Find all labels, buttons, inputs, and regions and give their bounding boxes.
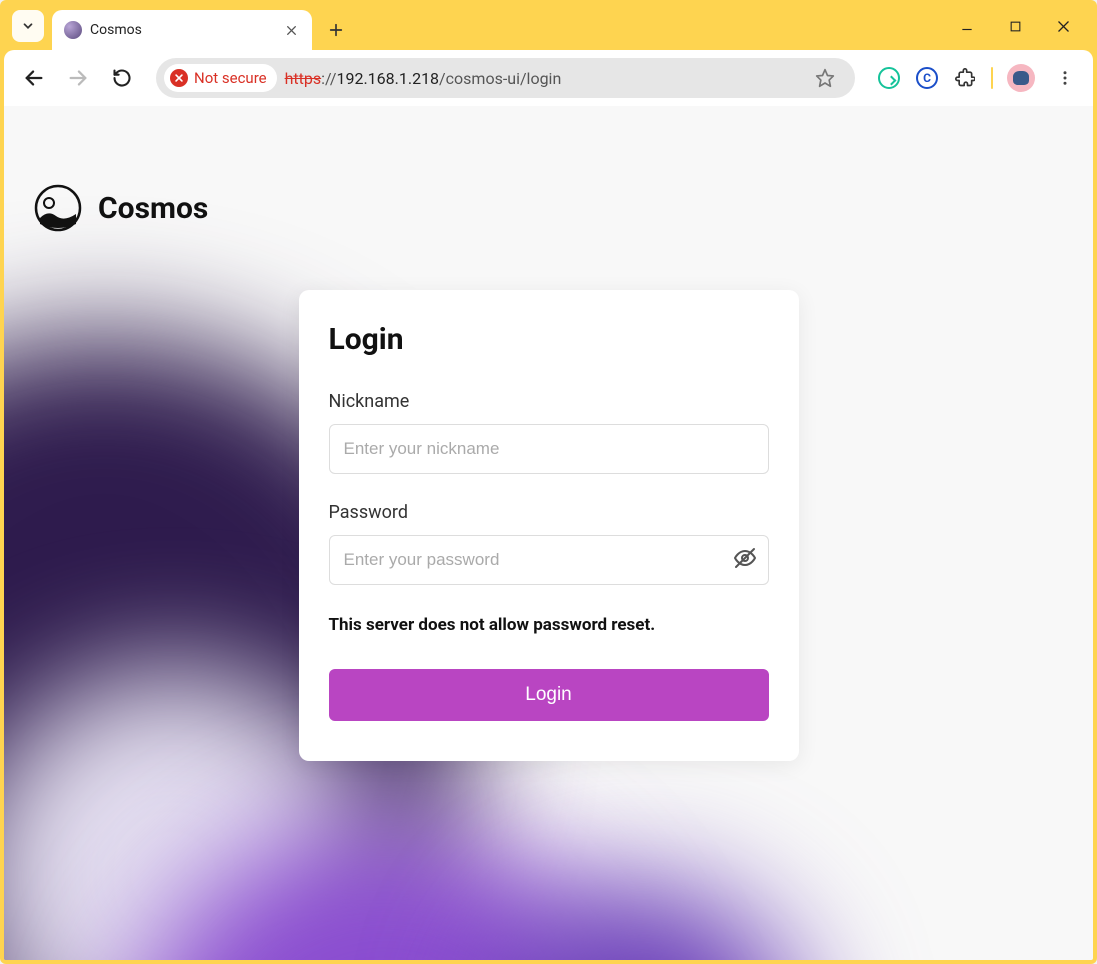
new-tab-button[interactable] — [320, 14, 352, 46]
url-path: /cosmos-ui/login — [439, 69, 561, 88]
browser-tab[interactable]: Cosmos — [52, 10, 312, 50]
password-input[interactable] — [329, 535, 769, 585]
tab-search-dropdown[interactable] — [12, 10, 44, 42]
browser-menu-button[interactable] — [1049, 62, 1081, 94]
brand-name: Cosmos — [98, 191, 208, 226]
nickname-field-group: Nickname — [329, 391, 769, 474]
password-reset-notice: This server does not allow password rese… — [329, 615, 769, 635]
window-maximize-button[interactable] — [993, 10, 1037, 42]
nav-back-button[interactable] — [16, 60, 52, 96]
address-bar[interactable]: Not secure https://192.168.1.218/cosmos-… — [156, 58, 855, 98]
toggle-password-visibility-icon[interactable] — [733, 546, 757, 574]
security-chip[interactable]: Not secure — [164, 64, 277, 92]
browser-chrome: Cosmos — [0, 0, 1097, 106]
url-text: https://192.168.1.218/cosmos-ui/login — [285, 69, 562, 88]
window-close-button[interactable] — [1041, 10, 1085, 42]
extension-c-icon[interactable]: C — [915, 66, 939, 90]
browser-toolbar: Not secure https://192.168.1.218/cosmos-… — [4, 50, 1093, 106]
login-title: Login — [329, 322, 769, 357]
brand-header: Cosmos — [4, 106, 1093, 232]
grammarly-extension-icon[interactable] — [877, 66, 901, 90]
tab-favicon-icon — [64, 21, 82, 39]
bookmark-star-button[interactable] — [807, 60, 843, 96]
nav-reload-button[interactable] — [104, 60, 140, 96]
nickname-input[interactable] — [329, 424, 769, 474]
not-secure-icon — [170, 69, 188, 87]
toolbar-right-icons: C — [877, 62, 1081, 94]
password-label: Password — [329, 502, 769, 523]
password-field-group: Password — [329, 502, 769, 585]
url-host: 192.168.1.218 — [336, 69, 439, 88]
tab-title: Cosmos — [90, 22, 274, 38]
cosmos-logo-icon — [34, 184, 82, 232]
tab-strip: Cosmos — [0, 0, 1097, 50]
nickname-label: Nickname — [329, 391, 769, 412]
extensions-button[interactable] — [953, 66, 977, 90]
profile-avatar-button[interactable] — [1007, 64, 1035, 92]
login-card: Login Nickname Password This server does… — [299, 290, 799, 761]
window-minimize-button[interactable] — [945, 10, 989, 42]
page-viewport: Cosmos Login Nickname Password This serv… — [0, 106, 1097, 964]
window-controls — [945, 10, 1085, 42]
nav-forward-button[interactable] — [60, 60, 96, 96]
security-label: Not secure — [194, 69, 267, 87]
toolbar-separator — [991, 67, 993, 89]
url-scheme: https — [285, 69, 322, 88]
tab-close-button[interactable] — [282, 21, 300, 39]
login-submit-button[interactable]: Login — [329, 669, 769, 721]
